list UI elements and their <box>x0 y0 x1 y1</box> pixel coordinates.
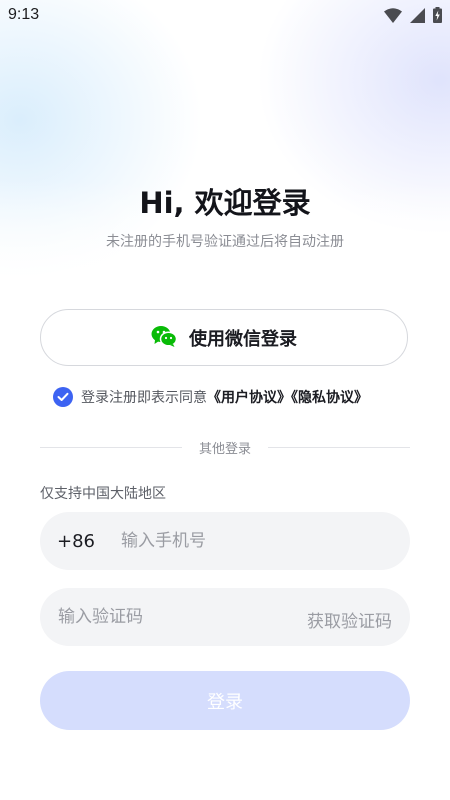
verification-code-input[interactable] <box>58 588 278 646</box>
code-field: 获取验证码 <box>40 588 410 646</box>
status-bar: 9:13 <box>0 0 450 32</box>
agreement-text: 登录注册即表示同意《用户协议》《隐私协议》 <box>81 387 368 407</box>
wechat-login-label: 使用微信登录 <box>189 328 297 349</box>
wechat-icon <box>151 325 178 350</box>
phone-input[interactable] <box>121 512 391 570</box>
status-time: 9:13 <box>8 6 40 23</box>
agreement-prefix: 登录注册即表示同意 <box>81 390 207 406</box>
status-icons <box>384 7 442 27</box>
divider-line-right <box>268 447 410 448</box>
phone-field: +86 <box>40 512 410 570</box>
battery-charging-icon <box>433 7 442 27</box>
country-code[interactable]: +86 <box>57 531 95 552</box>
page-subtitle: 未注册的手机号验证通过后将自动注册 <box>106 234 344 250</box>
agreement-row: 登录注册即表示同意《用户协议》《隐私协议》 <box>53 387 368 407</box>
checkmark-icon <box>57 392 69 401</box>
signal-icon <box>410 7 425 27</box>
login-button[interactable]: 登录 <box>40 671 410 730</box>
wechat-login-button[interactable]: 使用微信登录 <box>40 309 408 366</box>
region-note: 仅支持中国大陆地区 <box>40 486 166 502</box>
agreement-checkbox[interactable] <box>53 387 73 407</box>
other-login-divider: 其他登录 <box>40 438 410 458</box>
get-code-button[interactable]: 获取验证码 <box>307 607 392 632</box>
wifi-icon <box>384 7 402 27</box>
page-title: Hi, 欢迎登录 <box>139 186 311 220</box>
privacy-agreement-link[interactable]: 《隐私协议》 <box>291 390 368 406</box>
user-agreement-link[interactable]: 《用户协议》 <box>207 390 291 406</box>
